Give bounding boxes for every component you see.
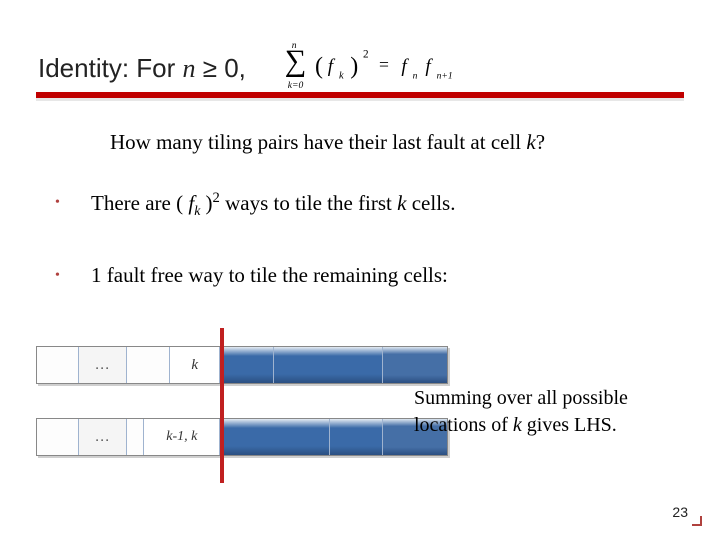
equals: =	[379, 54, 389, 74]
b1-post2: cells.	[406, 191, 455, 215]
summing-post: gives LHS.	[527, 414, 617, 436]
title-prefix: Identity: For	[38, 53, 183, 83]
cell-dots: …	[79, 419, 127, 455]
b1-pre: There are (	[91, 191, 188, 215]
corner-decoration-icon	[692, 516, 702, 526]
title-underline	[36, 92, 684, 101]
cell-blank	[37, 347, 79, 383]
rhs-sub-n1: n+1	[437, 70, 453, 81]
bullet-dot-icon: •	[55, 263, 91, 289]
title-text: Identity: For n ≥ 0,	[38, 53, 246, 84]
exp-2: 2	[363, 49, 369, 61]
bullet-2-body: 1 fault free way to tile the remaining c…	[91, 263, 680, 288]
rhs-f2: f	[425, 56, 433, 77]
b1-post: ways to tile the first	[220, 191, 397, 215]
cell-dots: …	[79, 347, 127, 383]
term-k: k	[339, 70, 344, 81]
bullet-2: • 1 fault free way to tile the remaining…	[55, 263, 680, 289]
cell-blank	[127, 419, 145, 455]
lparen: (	[315, 54, 323, 80]
cell-tile-wide	[220, 419, 329, 455]
bullet-dot-icon: •	[55, 190, 91, 216]
summing-k: k	[513, 414, 527, 436]
tiling-strip-bottom: … k-1, k	[36, 418, 448, 456]
term-f: f	[328, 56, 336, 77]
b1-exp: 2	[213, 190, 220, 206]
tiling-strip-top: … k	[36, 346, 448, 384]
cell-tile	[330, 419, 384, 455]
tiling-diagram: … k … k-1, k	[36, 340, 456, 490]
title-suffix: ≥ 0,	[196, 53, 246, 83]
slide-title: Identity: For n ≥ 0, ∑ k=0 n ( f k ) 2 =…	[38, 40, 682, 96]
summing-text: Summing over all possible locations of k…	[414, 385, 686, 439]
page-number: 23	[672, 504, 688, 520]
cell-tile-wide	[274, 347, 383, 383]
title-var-n: n	[183, 54, 196, 83]
cell-tile	[220, 347, 274, 383]
cell-k-label: k	[170, 347, 220, 383]
cell-tile	[383, 347, 447, 383]
rparen: )	[350, 54, 358, 80]
bullet-1-body: There are ( fk )2 ways to tile the first…	[91, 190, 680, 219]
identity-formula: ∑ k=0 n ( f k ) 2 = f n f n+1	[276, 40, 514, 96]
bullet-1: • There are ( fk )2 ways to tile the fir…	[55, 190, 680, 219]
sum-upper: n	[292, 40, 297, 51]
bullet-list: • There are ( fk )2 ways to tile the fir…	[55, 190, 680, 333]
rhs-f1: f	[401, 56, 409, 77]
b1-mid: )	[200, 191, 212, 215]
sum-lower: k=0	[288, 80, 304, 91]
cell-k1k-label: k-1, k	[144, 419, 220, 455]
question-post: ?	[536, 130, 545, 154]
question-pre: How many tiling pairs have their last fa…	[110, 130, 526, 154]
rhs-sub-n: n	[413, 70, 418, 81]
question-k: k	[526, 130, 535, 154]
cell-blank	[127, 347, 171, 383]
cell-blank	[37, 419, 79, 455]
question-text: How many tiling pairs have their last fa…	[110, 130, 545, 155]
fault-line	[220, 328, 224, 483]
rule-shadow	[36, 98, 684, 101]
